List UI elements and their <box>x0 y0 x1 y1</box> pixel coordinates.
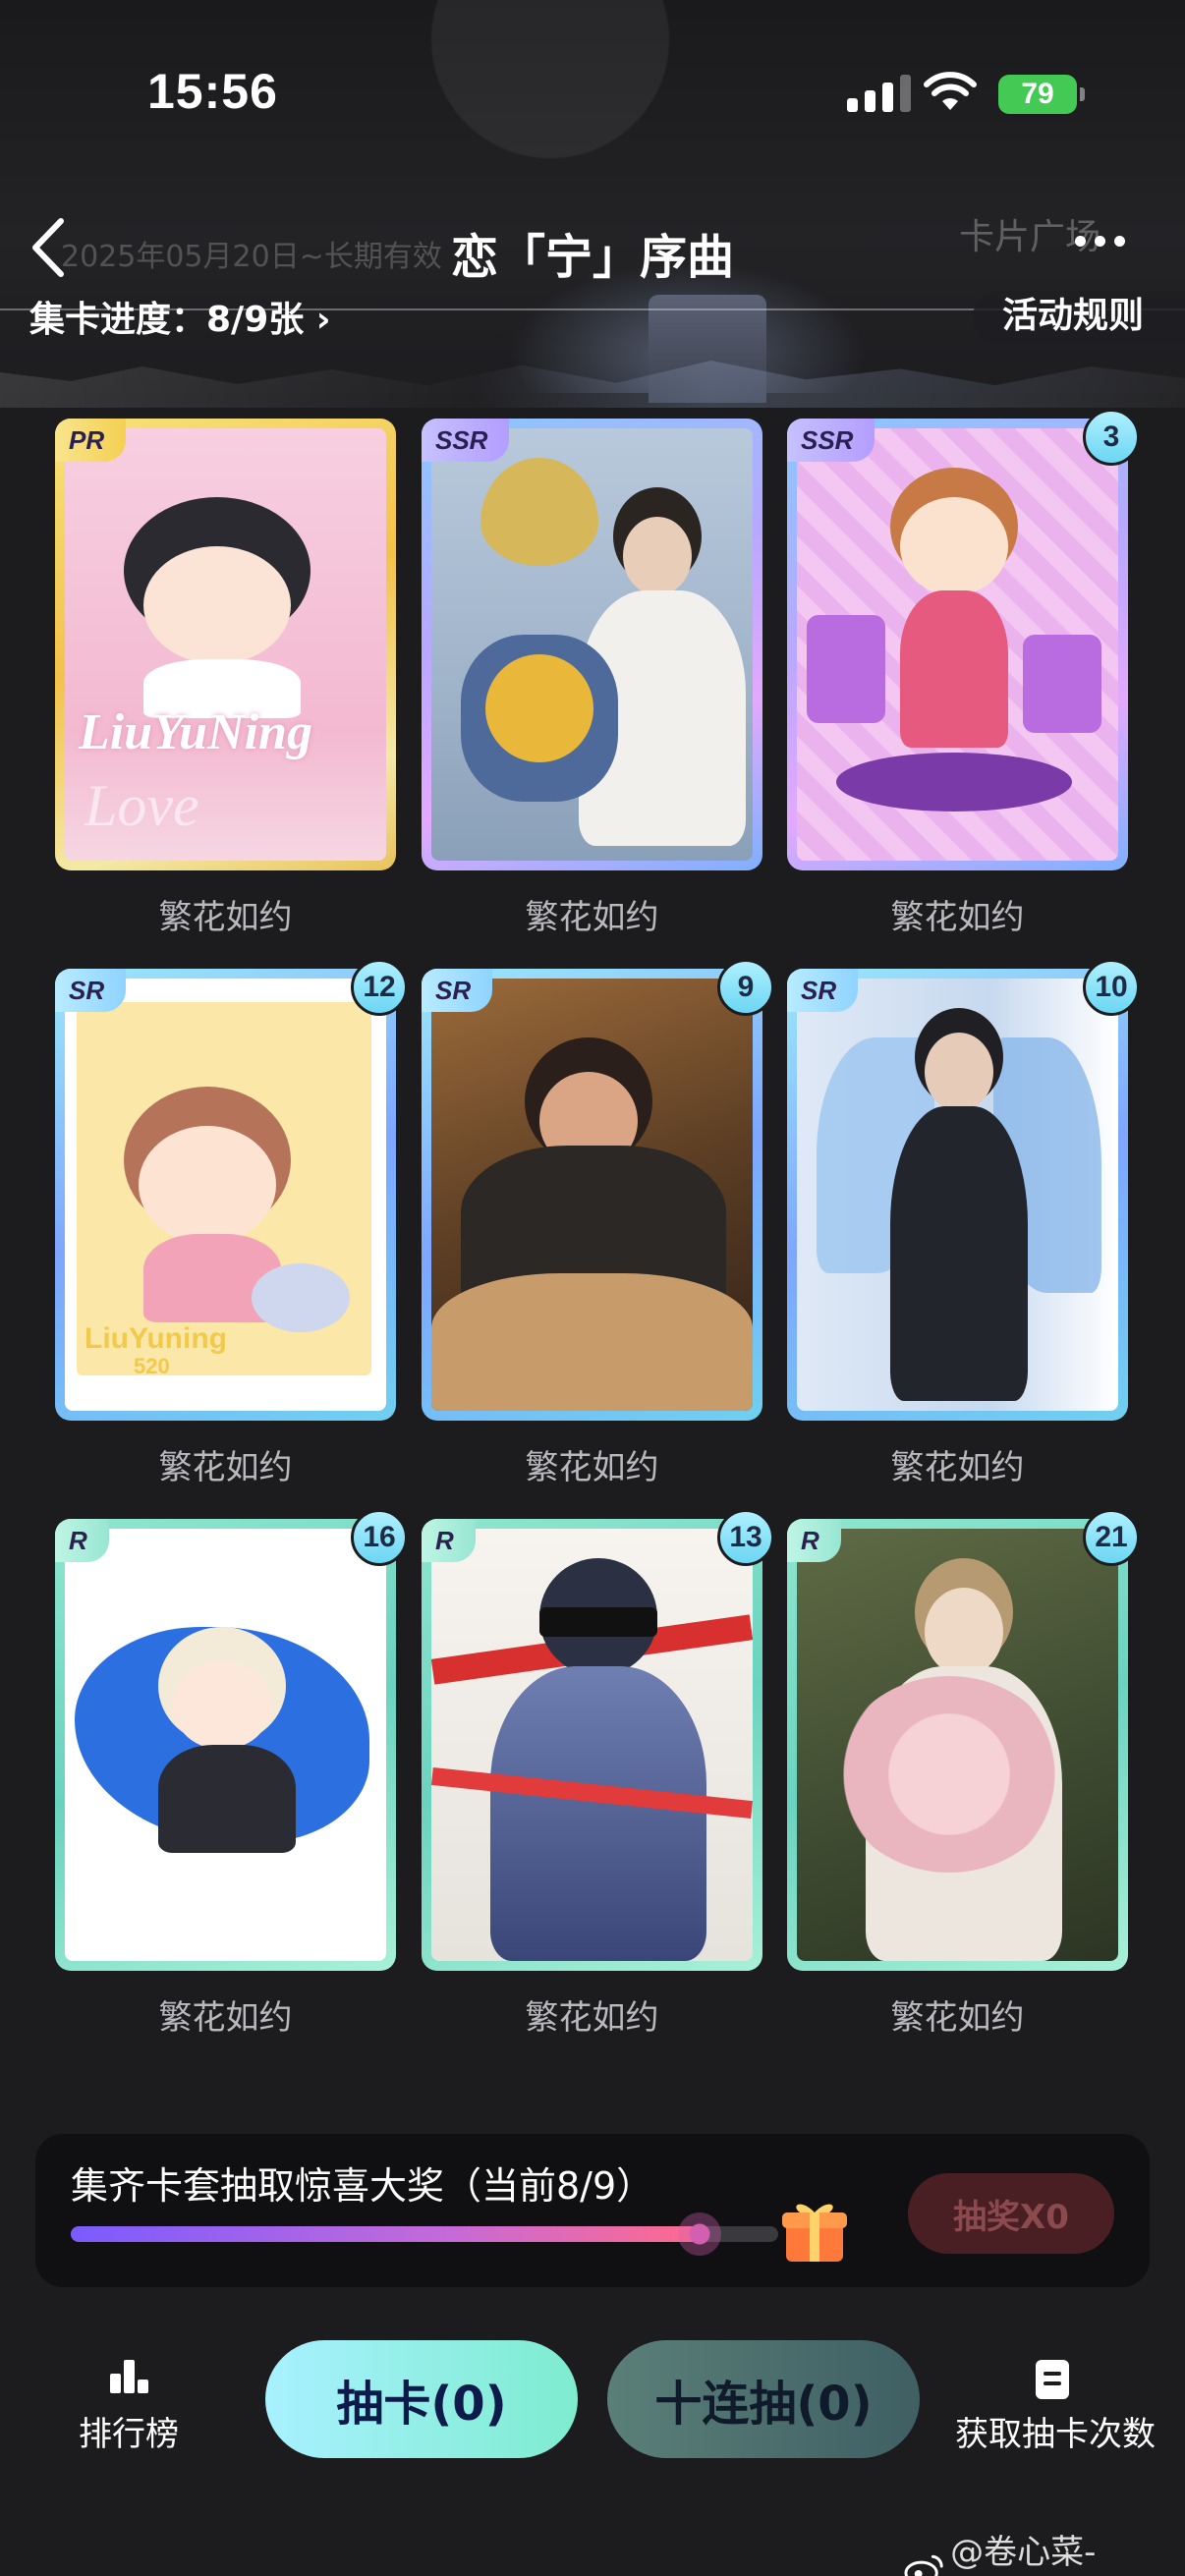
card-label: 繁花如约 <box>158 1998 293 2038</box>
card-count-badge: 10 <box>1083 959 1140 1016</box>
card-label: 繁花如约 <box>525 898 659 937</box>
card-count-badge: 16 <box>351 1509 408 1566</box>
card-artwork <box>431 979 753 1411</box>
card-count-badge: 13 <box>717 1509 774 1566</box>
rarity-badge: R <box>55 1519 109 1562</box>
lottery-progress-knob <box>678 2212 722 2256</box>
battery-icon: 79 <box>998 75 1085 114</box>
card-artwork-text: Love <box>85 773 199 838</box>
card-count-badge: 3 <box>1083 409 1140 466</box>
watermark-text: @卷心菜-muya <box>950 2533 1097 2576</box>
card-3[interactable]: SSR 3 <box>787 409 1140 870</box>
lottery-title: 集齐卡套抽取惊喜大奖（当前8/9） <box>71 2164 654 2208</box>
lottery-progress-bar <box>71 2212 778 2256</box>
card-artwork-text: LiuYuning <box>85 1322 227 1355</box>
status-time: 15:56 <box>147 64 278 119</box>
card-artwork-text: LiuYuNing <box>79 704 312 760</box>
card-2[interactable]: SSR <box>422 419 762 870</box>
rarity-badge: R <box>787 1519 841 1562</box>
page-title: 恋「宁」序曲 <box>450 230 734 285</box>
watermark: @卷心菜-muya <box>904 2525 1185 2576</box>
rarity-badge: PR <box>55 419 127 462</box>
card-label: 繁花如约 <box>158 898 293 937</box>
rarity-badge: SSR <box>787 419 875 462</box>
card-6[interactable]: SR 10 <box>787 959 1140 1421</box>
card-artwork <box>797 979 1118 1411</box>
battery-level: 79 <box>1021 78 1054 110</box>
card-8[interactable]: R 13 <box>422 1509 774 1971</box>
get-draw-chances-label[interactable]: 获取抽卡次数 <box>955 2407 1156 2455</box>
draw-chances-icon[interactable] <box>1034 2358 1071 2401</box>
card-artwork: LiuYuNing Love <box>65 428 386 861</box>
card-label: 繁花如约 <box>525 1998 659 2038</box>
card-label: 繁花如约 <box>890 898 1025 937</box>
card-label: 繁花如约 <box>890 1448 1025 1487</box>
card-4[interactable]: SR 12 LiuYuning 520 <box>55 959 408 1421</box>
ten-draw-button[interactable]: 十连抽(0) <box>607 2340 920 2458</box>
card-artwork <box>431 428 753 861</box>
card-artwork-text: 520 <box>134 1354 170 1378</box>
leaderboard-label[interactable]: 排行榜 <box>79 2407 179 2455</box>
card-label: 繁花如约 <box>158 1448 293 1487</box>
card-artwork: LiuYuning 520 <box>65 979 386 1411</box>
rarity-badge: SSR <box>422 419 510 462</box>
lottery-panel: 集齐卡套抽取惊喜大奖（当前8/9） 抽奖X0 <box>35 2134 1150 2287</box>
rarity-badge: SR <box>55 969 127 1012</box>
card-5[interactable]: SR 9 <box>422 959 774 1421</box>
card-label: 繁花如约 <box>525 1448 659 1487</box>
card-count-badge: 9 <box>717 959 774 1016</box>
card-artwork <box>797 1529 1118 1961</box>
leaderboard-icon[interactable] <box>108 2358 151 2395</box>
gift-icon <box>782 2204 847 2262</box>
rarity-badge: R <box>422 1519 476 1562</box>
card-artwork <box>65 1529 386 1961</box>
activity-rules-button[interactable]: 活动规则 <box>973 291 1185 344</box>
card-artwork <box>797 428 1118 861</box>
draw-card-button[interactable]: 抽卡(0) <box>265 2340 578 2458</box>
weibo-icon <box>904 2554 943 2576</box>
card-count-badge: 21 <box>1083 1509 1140 1566</box>
rarity-badge: SR <box>422 969 493 1012</box>
card-9[interactable]: R 21 <box>787 1509 1140 1971</box>
rarity-badge: SR <box>787 969 859 1012</box>
card-label: 繁花如约 <box>890 1998 1025 2038</box>
cellular-signal-icon <box>847 75 911 112</box>
card-artwork <box>431 1529 753 1961</box>
more-options-icon[interactable] <box>1075 236 1125 247</box>
card-7[interactable]: R 16 <box>55 1509 408 1971</box>
lottery-draw-button[interactable]: 抽奖X0 <box>908 2173 1114 2254</box>
card-1[interactable]: PR LiuYuNing Love <box>55 419 396 870</box>
card-count-badge: 12 <box>351 959 408 1016</box>
lottery-progress-fill <box>71 2226 701 2242</box>
wifi-icon <box>924 72 977 110</box>
page: 15:56 79 2025年05月20日~长期有效 卡片广场 恋「宁」序曲 集卡… <box>0 0 1185 2576</box>
collection-progress-link[interactable]: 集卡进度：8/9张 › <box>29 291 331 342</box>
